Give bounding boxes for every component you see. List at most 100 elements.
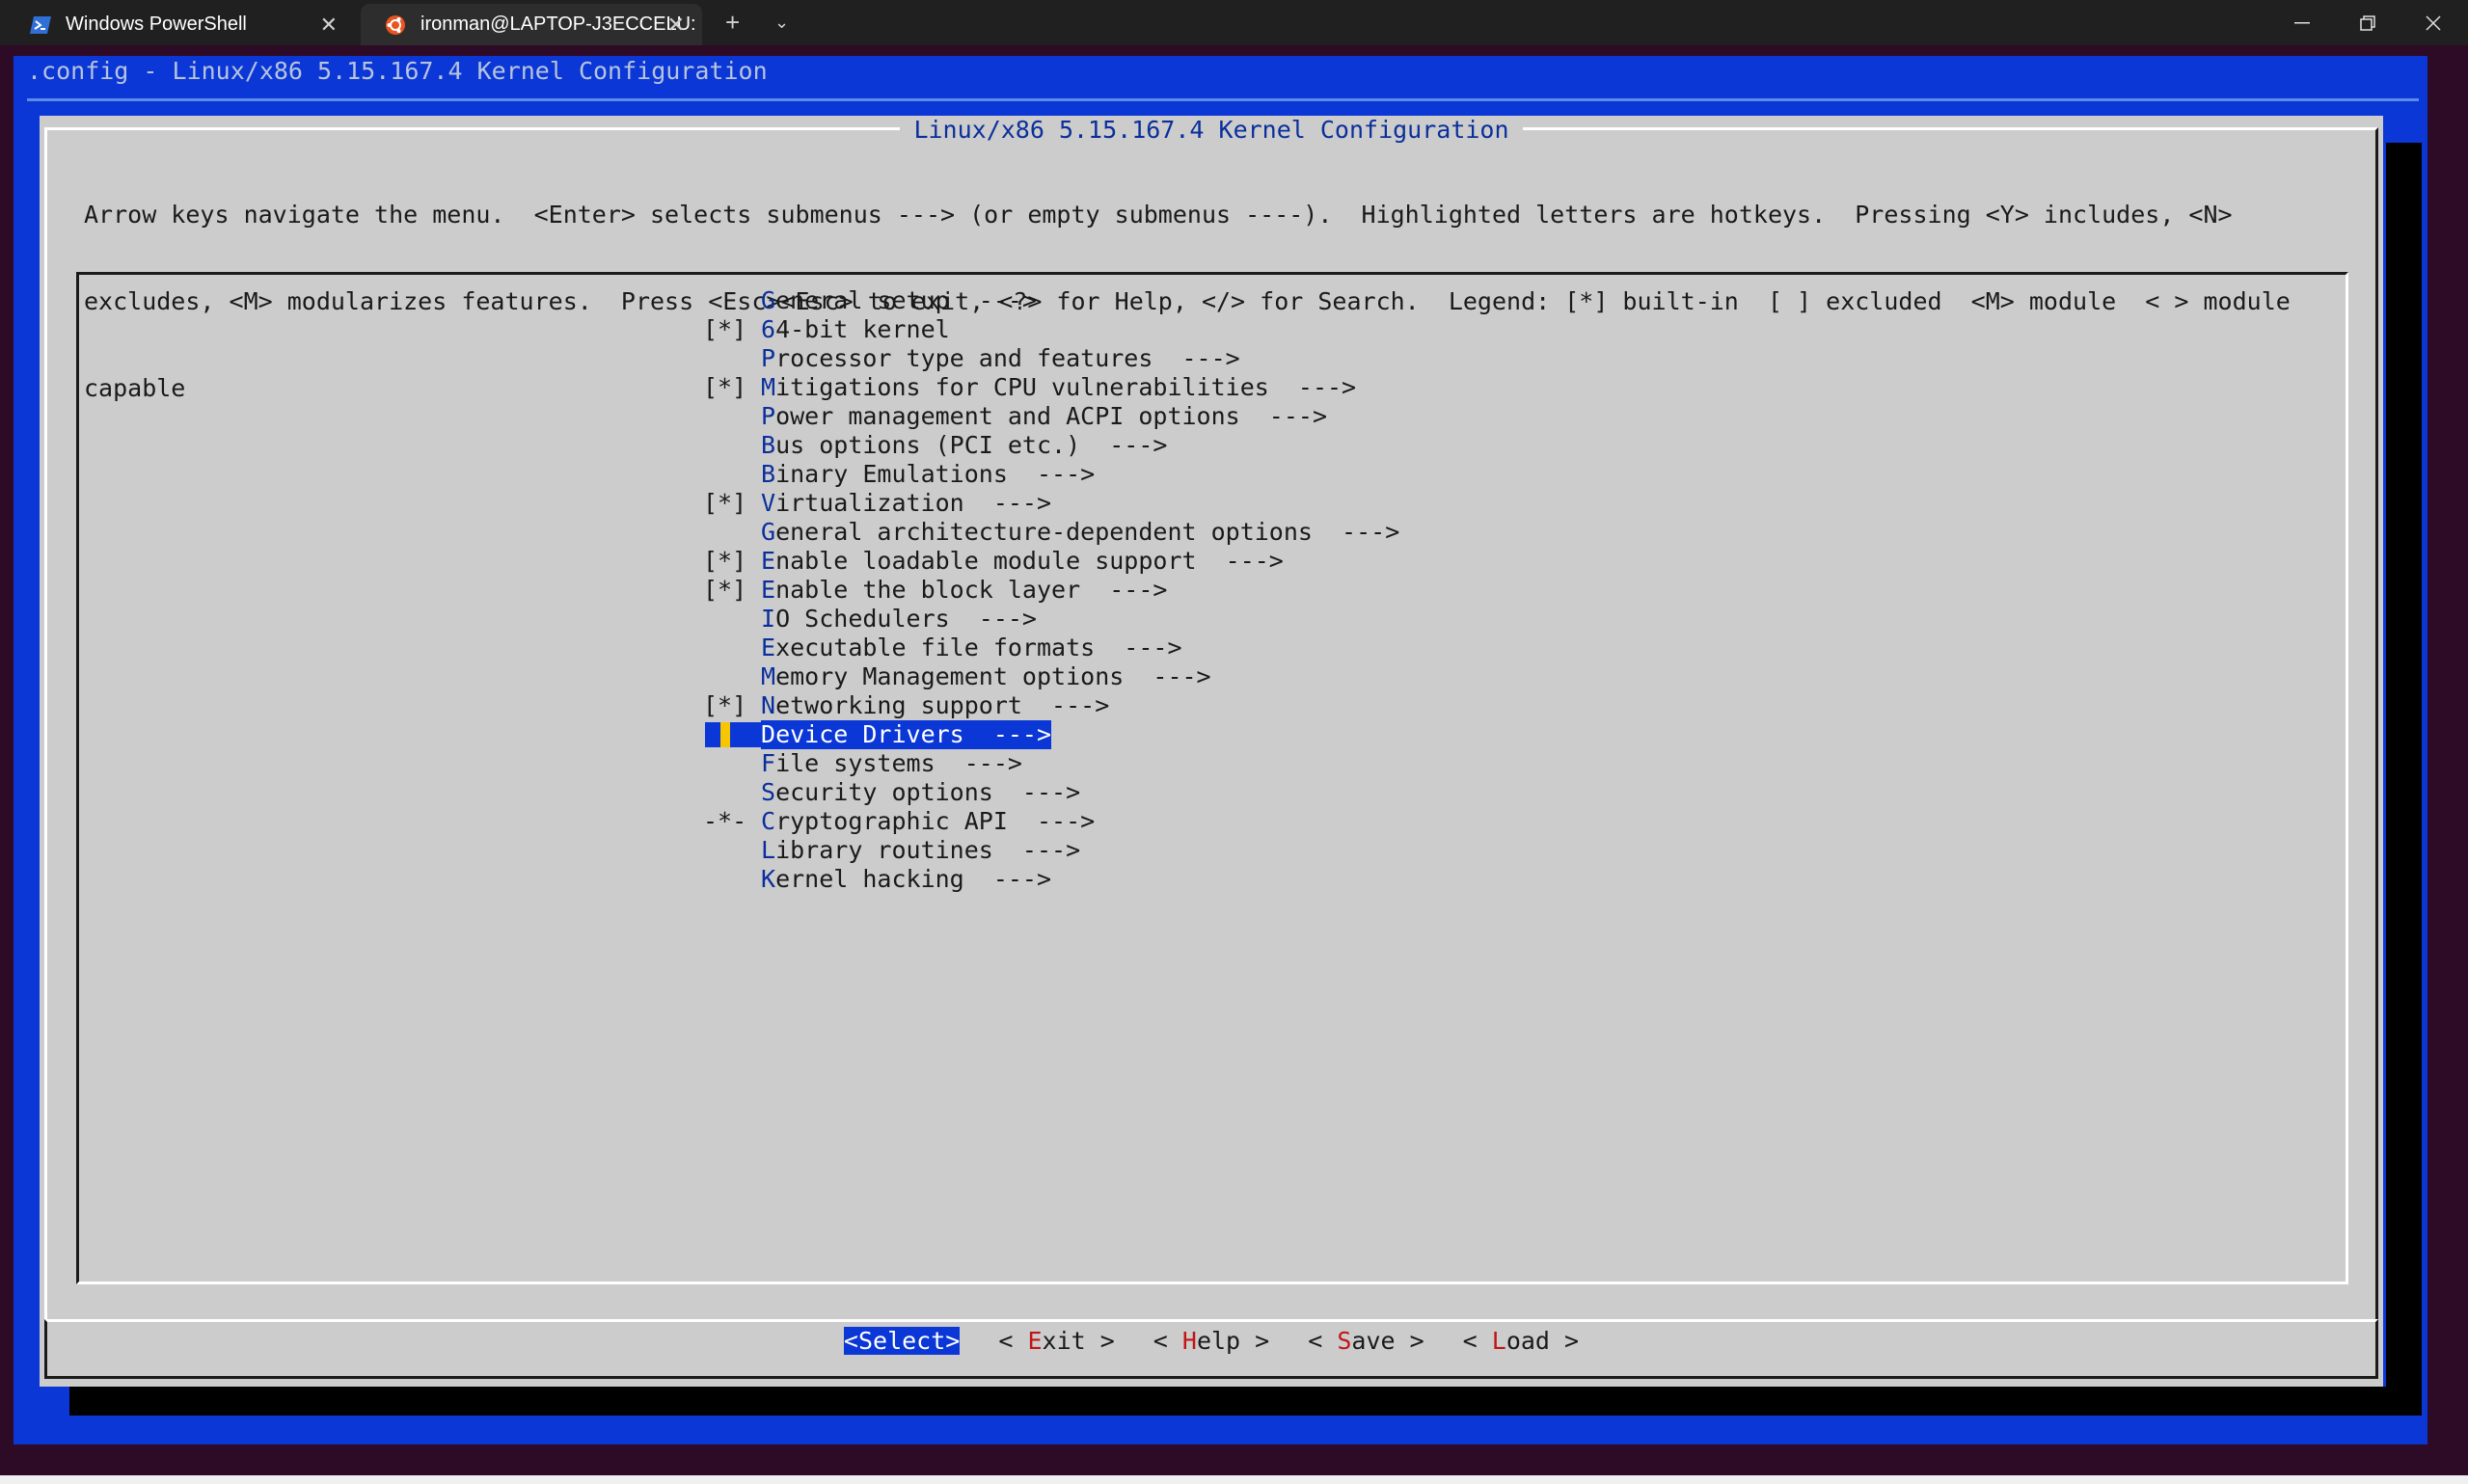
menu-item-state	[703, 749, 761, 778]
hotkey-letter: P	[761, 344, 776, 372]
close-tab-icon[interactable]: ✕	[667, 13, 685, 38]
hotkey-letter: V	[761, 489, 776, 517]
menu-item-text: ryptographic API --->	[775, 807, 1096, 835]
menu-item[interactable]: -*- Cryptographic API --->	[703, 807, 1399, 836]
button-label: < Save >	[1308, 1327, 1424, 1355]
menu-item[interactable]: General setup --->	[703, 286, 1399, 315]
menu-item-label: Bus options (PCI etc.) --->	[761, 431, 1167, 460]
menu-item-label: Virtualization --->	[761, 489, 1051, 518]
menu-item-label: Cryptographic API --->	[761, 807, 1095, 836]
menu-item-text: 4-bit kernel	[775, 315, 950, 343]
menu-item[interactable]: Executable file formats --->	[703, 634, 1399, 662]
hotkey-letter: M	[761, 662, 776, 690]
menu-item-label: Memory Management options --->	[761, 662, 1211, 691]
menu-item-label: General setup --->	[761, 286, 1037, 315]
menu-item-text: us options (PCI etc.) --->	[775, 431, 1168, 459]
menu-item-state	[703, 778, 761, 807]
menu-item-label: IO Schedulers --->	[761, 605, 1037, 634]
dialog-shadow	[2386, 143, 2422, 1416]
exit-button[interactable]: < Exit >	[998, 1327, 1114, 1356]
menu-item-label: File systems --->	[761, 749, 1022, 778]
bracket: <	[1308, 1327, 1338, 1355]
menu-item-label: Binary Emulations --->	[761, 460, 1095, 489]
menu-item-label: Processor type and features --->	[761, 344, 1240, 373]
menu-item[interactable]: Device Drivers --->	[703, 720, 1399, 749]
menu-item-label: Mitigations for CPU vulnerabilities --->	[761, 373, 1356, 402]
menu-item[interactable]: [*] Enable loadable module support --->	[703, 547, 1399, 576]
hotkey-letter: P	[761, 402, 776, 430]
menu-item-state	[703, 836, 761, 865]
help-button[interactable]: < Help >	[1153, 1327, 1269, 1356]
menu-item-state	[703, 402, 761, 431]
save-button[interactable]: < Save >	[1308, 1327, 1424, 1356]
button-bar: <Select> < Exit > < Help > < Save > < Load >	[40, 1327, 2383, 1356]
menu-list: General setup ---> [*] 64-bit kernel Proce…	[703, 286, 1399, 894]
menu-item[interactable]: Processor type and features --->	[703, 344, 1399, 373]
menu-item-label: Security options --->	[761, 778, 1080, 807]
menu-item[interactable]: Security options --->	[703, 778, 1399, 807]
dialog-shadow	[69, 1387, 2422, 1416]
menu-item-label: Networking support --->	[761, 691, 1109, 720]
hotkey-letter: E	[1027, 1327, 1043, 1355]
menu-item-text: etworking support --->	[775, 691, 1110, 719]
menu-item[interactable]: [*] Mitigations for CPU vulnerabilities -…	[703, 373, 1399, 402]
bracket: <	[843, 1327, 858, 1355]
menu-item-state	[703, 865, 761, 894]
button-label: < Load >	[1463, 1327, 1579, 1355]
menu-item-state	[703, 634, 761, 662]
menu-item[interactable]: [*] Enable the block layer --->	[703, 576, 1399, 605]
button-text: elp	[1196, 1327, 1241, 1355]
menu-item-text: O Schedulers --->	[775, 605, 1037, 633]
bracket: >	[1085, 1327, 1115, 1355]
chevron-down-icon[interactable]: ⌄	[774, 8, 789, 37]
menu-item-text: nable loadable module support --->	[775, 547, 1284, 575]
load-button[interactable]: < Load >	[1463, 1327, 1579, 1356]
hotkey-letter: L	[761, 836, 776, 864]
tab-label: Windows PowerShell	[66, 13, 247, 35]
selection-block	[705, 722, 720, 747]
menu-item-label: Enable the block layer --->	[761, 576, 1167, 605]
hotkey-letter: G	[761, 286, 776, 314]
menu-item-label: General architecture-dependent options -…	[761, 518, 1399, 547]
menu-item-state	[703, 662, 761, 691]
powershell-icon	[29, 13, 52, 37]
menu-item[interactable]: Kernel hacking --->	[703, 865, 1399, 894]
bracket: <	[998, 1327, 1028, 1355]
hotkey-letter: D	[761, 720, 776, 748]
minimize-icon[interactable]	[2269, 0, 2335, 45]
menu-item[interactable]: Bus options (PCI etc.) --->	[703, 431, 1399, 460]
menu-item[interactable]: Binary Emulations --->	[703, 460, 1399, 489]
menu-item[interactable]: [*] Virtualization --->	[703, 489, 1399, 518]
menu-item[interactable]: Power management and ACPI options --->	[703, 402, 1399, 431]
menu-item[interactable]: File systems --->	[703, 749, 1399, 778]
menu-item[interactable]: General architecture-dependent options -…	[703, 518, 1399, 547]
menu-item-text: ecurity options --->	[775, 778, 1081, 806]
tab-windows-powershell[interactable]: Windows PowerShell ✕	[6, 4, 355, 45]
config-title: .config - Linux/x86 5.15.167.4 Kernel Co…	[27, 57, 768, 85]
menu-item[interactable]: IO Schedulers --->	[703, 605, 1399, 634]
menu-item-state	[703, 460, 761, 489]
menu-item-text: rocessor type and features --->	[775, 344, 1240, 372]
button-text: xit	[1042, 1327, 1086, 1355]
close-tab-icon[interactable]: ✕	[320, 13, 338, 38]
tab-ubuntu[interactable]: ironman@LAPTOP-J3ECCELU: ✕	[361, 4, 702, 45]
close-window-icon[interactable]	[2400, 0, 2466, 45]
restore-icon[interactable]	[2335, 0, 2400, 45]
menu-item-text: evice Drivers --->	[775, 720, 1052, 748]
select-button[interactable]: <Select>	[843, 1327, 961, 1356]
menu-item-label: Executable file formats --->	[761, 634, 1182, 662]
bracket: >	[1549, 1327, 1580, 1355]
menu-item[interactable]: [*] 64-bit kernel	[703, 315, 1399, 344]
menu-item-text: eneral setup --->	[775, 286, 1037, 314]
button-label: < Exit >	[998, 1327, 1114, 1355]
title-divider	[27, 98, 2419, 101]
new-tab-icon[interactable]: +	[725, 8, 740, 37]
menu-item[interactable]: [*] Networking support --->	[703, 691, 1399, 720]
hotkey-letter: G	[761, 518, 776, 546]
bracket: >	[945, 1327, 961, 1355]
bracket: >	[1395, 1327, 1424, 1355]
menu-item-text: emory Management options --->	[775, 662, 1211, 690]
menu-item[interactable]: Library routines --->	[703, 836, 1399, 865]
hotkey-letter: E	[761, 547, 776, 575]
menu-item[interactable]: Memory Management options --->	[703, 662, 1399, 691]
